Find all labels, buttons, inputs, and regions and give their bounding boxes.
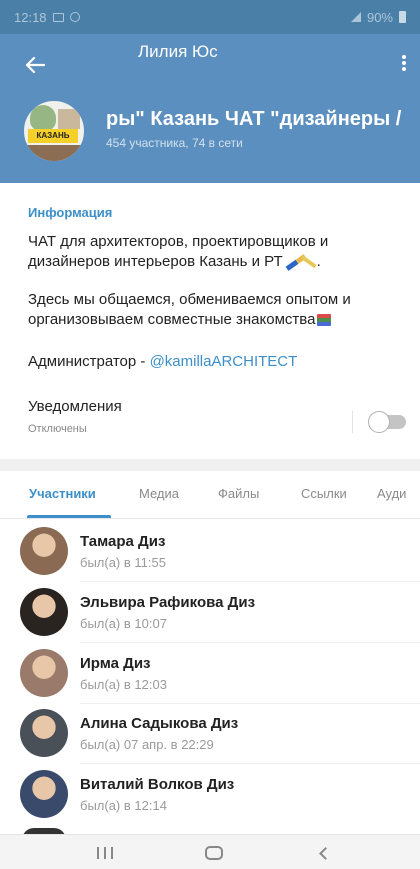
member-last-seen: был(а) в 11:55 <box>80 555 166 570</box>
member-last-seen: был(а) в 10:07 <box>80 616 167 631</box>
tab-media[interactable]: Медиа <box>139 486 179 501</box>
pencil-emoji-icon <box>300 255 317 269</box>
back-button[interactable] <box>20 50 50 80</box>
tab-audio[interactable]: Ауди <box>377 486 406 501</box>
recent-apps-button[interactable] <box>90 843 120 863</box>
member-row[interactable]: Алина Садыкова Диз был(а) 07 апр. в 22:2… <box>0 705 420 765</box>
info-section: Информация ЧАТ для архитекторов, проекти… <box>0 183 420 459</box>
divider <box>352 411 353 433</box>
notifications-label[interactable]: Уведомления <box>28 398 122 415</box>
admin-line: Администратор - @kamillaARCHITECT <box>28 353 298 370</box>
chat-header: Лилия Юс КАЗАНЬ ры" Казань ЧАТ "дизайнер… <box>0 34 420 183</box>
arrow-left-icon <box>25 56 45 74</box>
member-row[interactable]: Тамара Диз был(а) в 11:55 <box>0 523 420 583</box>
member-row[interactable]: Эльвира Рафикова Диз был(а) в 10:07 <box>0 584 420 644</box>
member-row[interactable]: Ирма Диз был(а) в 12:03 <box>0 645 420 705</box>
back-nav-button[interactable] <box>310 843 340 863</box>
signal-icon <box>350 12 361 22</box>
member-name: Виталий Волков Диз <box>80 776 235 793</box>
tab-indicator <box>27 515 111 518</box>
info-description: ЧАТ для архитекторов, проектировщиков и … <box>28 233 329 271</box>
info-heading: Информация <box>28 205 113 220</box>
home-button[interactable] <box>199 843 229 863</box>
avatar <box>20 770 68 818</box>
status-bar: 12:18 90% <box>0 0 420 34</box>
admin-link[interactable]: @kamillaARCHITECT <box>150 353 298 370</box>
toggle-knob <box>368 411 390 433</box>
notifications-toggle[interactable] <box>368 411 406 433</box>
member-row-partial <box>0 824 420 840</box>
member-name: Алина Садыкова Диз <box>80 715 239 732</box>
home-icon <box>205 846 223 860</box>
more-vert-icon <box>402 55 406 59</box>
group-avatar[interactable]: КАЗАНЬ <box>22 99 86 163</box>
status-time: 12:18 <box>14 9 47 25</box>
image-notification-icon <box>52 12 64 22</box>
avatar-label: КАЗАНЬ <box>28 129 78 143</box>
avatar <box>20 649 68 697</box>
chevron-left-icon <box>318 846 332 860</box>
group-name: ры" Казань ЧАТ "дизайнеры / <box>106 108 402 130</box>
tab-links[interactable]: Ссылки <box>301 486 347 501</box>
member-name: Эльвира Рафикова Диз <box>80 594 256 611</box>
member-name: Ирма Диз <box>80 655 151 672</box>
group-member-count: 454 участника, 74 в сети <box>106 136 243 150</box>
more-options-button[interactable] <box>396 52 412 74</box>
tab-files[interactable]: Файлы <box>218 486 259 501</box>
media-tabs: Участники Медиа Файлы Ссылки Ауди <box>0 471 420 519</box>
avatar <box>20 527 68 575</box>
info-description-2: Здесь мы общаемся, обмениваемся опытом и… <box>28 291 351 328</box>
member-last-seen: был(а) в 12:03 <box>80 677 167 692</box>
avatar <box>20 588 68 636</box>
section-gap <box>0 459 420 471</box>
tab-participants[interactable]: Участники <box>29 486 96 501</box>
battery-percent: 90% <box>366 9 393 25</box>
system-nav-bar <box>0 834 420 869</box>
member-last-seen: был(а) в 12:14 <box>80 798 167 813</box>
member-row[interactable]: Виталий Волков Диз был(а) в 12:14 <box>0 766 420 826</box>
notifications-status: Отключены <box>28 423 87 435</box>
avatar <box>20 709 68 757</box>
books-icon <box>317 314 332 327</box>
battery-icon <box>399 11 406 23</box>
search-notification-icon <box>69 12 80 22</box>
member-last-seen: был(а) 07 апр. в 22:29 <box>80 737 214 752</box>
recents-icon <box>97 847 99 859</box>
chat-title: Лилия Юс <box>138 42 218 61</box>
member-name: Тамара Диз <box>80 533 166 550</box>
